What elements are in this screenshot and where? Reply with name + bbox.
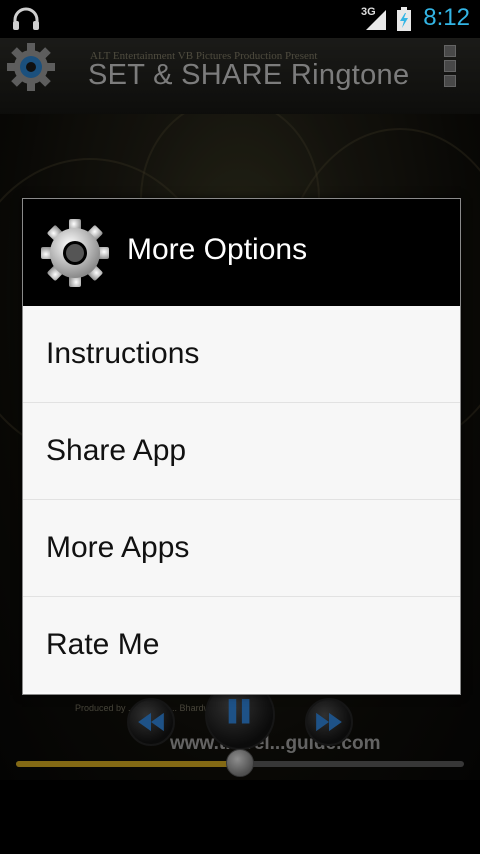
- dialog-title: More Options: [127, 233, 308, 266]
- option-label: Rate Me: [46, 627, 160, 661]
- option-label: Share App: [46, 434, 187, 467]
- option-more-apps[interactable]: More Apps: [23, 500, 460, 597]
- option-rate-me[interactable]: Rate Me: [23, 597, 460, 692]
- battery-charging-icon: [397, 7, 411, 31]
- more-options-dialog: More Options Instructions Share App More…: [22, 198, 461, 695]
- bottom-black-area: [0, 780, 480, 854]
- options-list: Instructions Share App More Apps Rate Me: [23, 306, 460, 692]
- option-instructions[interactable]: Instructions: [23, 306, 460, 403]
- clock-time: 8:12: [423, 4, 470, 31]
- signal-icon: [366, 10, 386, 30]
- option-label: More Apps: [46, 531, 190, 564]
- headphones-icon: [13, 7, 39, 30]
- dialog-header: More Options: [23, 199, 460, 306]
- status-bar: 3G 8:12: [0, 0, 480, 38]
- gear-icon: [41, 219, 109, 287]
- option-share-app[interactable]: Share App: [23, 403, 460, 500]
- option-label: Instructions: [46, 337, 200, 370]
